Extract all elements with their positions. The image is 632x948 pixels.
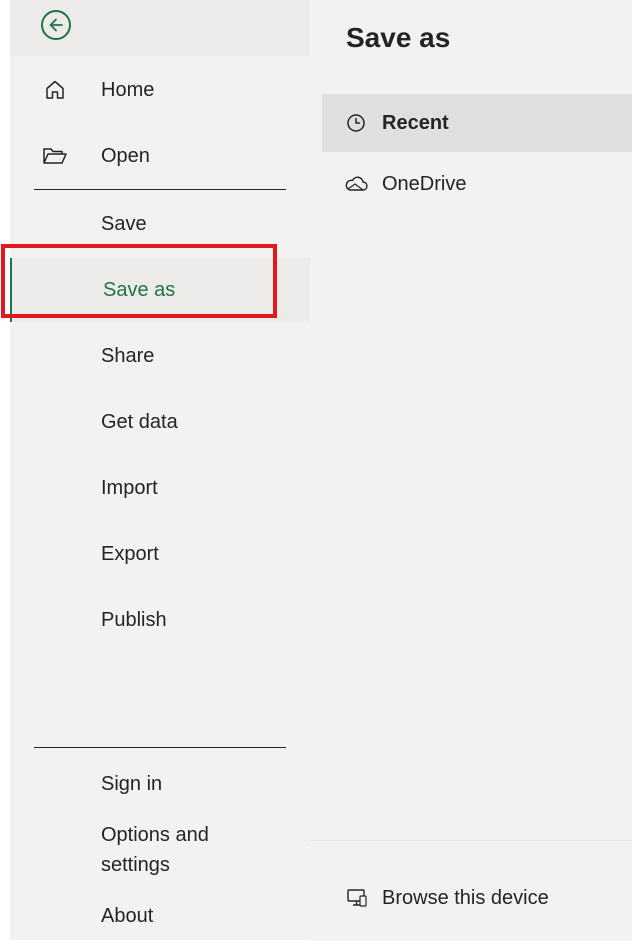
location-label: OneDrive [382,172,467,195]
location-recent[interactable]: Recent [322,94,632,152]
nav-divider-bottom [34,747,286,748]
nav-item-label: Share [101,344,155,367]
nav-item-options-and-settings[interactable]: Options and settings [10,818,310,882]
save-as-pane: Save as Recent OneDrive Browse this devi… [310,0,632,941]
page-title: Save as [346,22,451,53]
nav-item-about[interactable]: About [10,884,310,948]
nav-divider [34,189,286,190]
nav-item-share[interactable]: Share [10,324,310,388]
nav-item-label: About [101,904,154,927]
nav-item-label-line1: Options and [101,824,209,846]
nav-item-label: Home [101,78,155,101]
window-edge [0,0,10,940]
folder-open-icon [42,143,68,169]
clock-icon [344,111,368,135]
back-row [10,0,310,56]
nav-item-label: Open [101,144,150,167]
back-button[interactable] [41,10,71,40]
nav-item-home[interactable]: Home [10,58,310,122]
location-label: Recent [382,111,449,134]
cloud-icon [344,172,368,196]
highlight-annotation [1,244,277,318]
nav-item-label: Publish [101,608,167,631]
nav-item-label-line2: settings [101,854,170,876]
nav-item-get-data[interactable]: Get data [10,390,310,454]
nav-item-import[interactable]: Import [10,456,310,520]
backstage-nav: Home Open Save Save as Share Get data Im… [10,0,310,940]
location-onedrive[interactable]: OneDrive [322,155,632,213]
nav-item-label: Get data [101,410,178,433]
browse-this-device-button[interactable]: Browse this device [346,883,549,913]
nav-item-label: Options and settings [101,820,209,880]
nav-item-label: Import [101,476,158,499]
browse-section: Browse this device [310,840,632,941]
nav-item-label: Export [101,542,159,565]
home-icon [42,77,68,103]
nav-item-label: Save [101,212,147,235]
nav-item-sign-in[interactable]: Sign in [10,752,310,816]
browse-label: Browse this device [382,886,549,909]
nav-item-label: Sign in [101,772,163,795]
nav-item-publish[interactable]: Publish [10,588,310,652]
nav-item-open[interactable]: Open [10,124,310,188]
nav-item-export[interactable]: Export [10,522,310,586]
arrow-left-icon [49,18,63,32]
computer-icon [346,886,370,910]
